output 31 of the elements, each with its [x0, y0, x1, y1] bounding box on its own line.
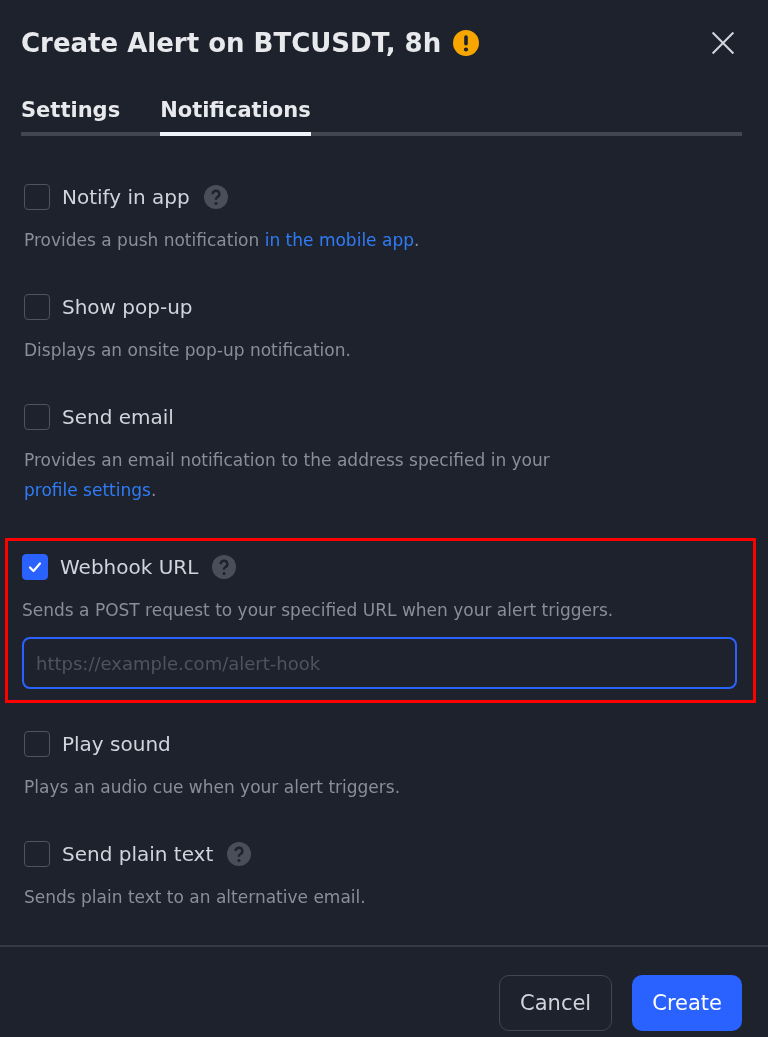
option-label: Notify in app: [62, 185, 190, 209]
description-text: Plays an audio cue when your alert triggers.: [24, 777, 401, 797]
help-icon[interactable]: [212, 555, 237, 579]
tab[interactable]: Notifications: [160, 98, 311, 136]
description-text: Sends plain text to an alternative email.: [24, 887, 366, 907]
help-icon[interactable]: [203, 185, 228, 209]
description-text: Displays an onsite pop-up notification.: [24, 340, 351, 360]
close-icon[interactable]: [710, 30, 736, 56]
dialog-title: Create Alert on BTCUSDT, 8h: [21, 28, 442, 58]
description-text: Provides a push notification: [24, 230, 261, 250]
description-text: Provides an email notification to the address specified in your: [24, 450, 550, 470]
create-button[interactable]: Create: [632, 975, 742, 1031]
tab[interactable]: Settings: [21, 98, 121, 136]
checkbox[interactable]: [24, 841, 50, 867]
checkbox[interactable]: [22, 554, 48, 580]
link[interactable]: profile settings: [24, 480, 151, 500]
cancel-button[interactable]: Cancel: [499, 975, 613, 1031]
option-label: Send email: [62, 405, 174, 429]
option-label: Show pop-up: [62, 295, 193, 319]
description-text: .: [150, 480, 157, 500]
option-label: Webhook URL: [60, 555, 199, 579]
description-text: .: [413, 230, 420, 250]
description-text: Sends a POST request to your specified URL when your alert triggers.: [22, 600, 614, 620]
option-label: Play sound: [62, 732, 171, 756]
option-label: Send plain text: [62, 842, 214, 866]
link[interactable]: in the mobile app: [264, 230, 414, 250]
help-icon[interactable]: [227, 842, 252, 866]
checkbox[interactable]: [24, 294, 50, 320]
checkbox[interactable]: [24, 731, 50, 757]
checkbox[interactable]: [24, 184, 50, 210]
checkbox[interactable]: [24, 404, 50, 430]
